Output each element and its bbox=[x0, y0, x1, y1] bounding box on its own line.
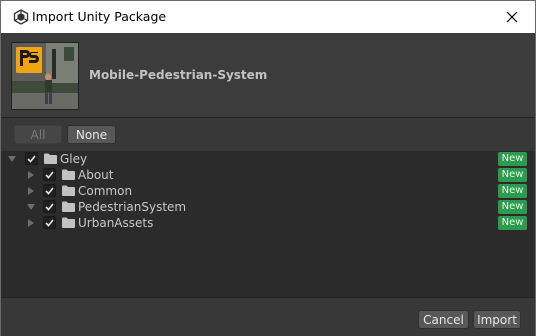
collapse-arrow-icon[interactable] bbox=[24, 167, 38, 183]
checkmark-icon bbox=[45, 202, 54, 211]
title-bar[interactable]: Import Unity Package bbox=[1, 1, 535, 33]
checkmark-icon bbox=[45, 218, 54, 227]
checkmark-icon bbox=[27, 154, 36, 163]
cancel-button[interactable]: Cancel bbox=[418, 310, 469, 329]
new-badge: New bbox=[498, 184, 527, 198]
import-button[interactable]: Import bbox=[473, 310, 521, 329]
tree-row-urbanassets[interactable]: UrbanAssets New bbox=[1, 215, 535, 231]
folder-icon bbox=[44, 153, 57, 164]
package-thumbnail bbox=[11, 42, 79, 110]
tree-row-about[interactable]: About New bbox=[1, 167, 535, 183]
checkbox-pedestriansystem[interactable] bbox=[43, 200, 56, 213]
checkmark-icon bbox=[45, 170, 54, 179]
checkbox-common[interactable] bbox=[43, 184, 56, 197]
checkbox-gley[interactable] bbox=[25, 152, 38, 165]
folder-icon bbox=[62, 217, 75, 228]
folder-icon bbox=[62, 169, 75, 180]
package-thumbnail-image bbox=[12, 43, 78, 109]
dialog-footer: Cancel Import bbox=[1, 297, 535, 336]
collapse-arrow-icon[interactable] bbox=[24, 183, 38, 199]
import-package-window: Import Unity Package Mobile-Pedestrian-S… bbox=[0, 0, 536, 336]
unity-logo-icon bbox=[13, 9, 29, 25]
expand-arrow-icon[interactable] bbox=[24, 199, 38, 215]
checkbox-urbanassets[interactable] bbox=[43, 216, 56, 229]
checkmark-icon bbox=[45, 186, 54, 195]
new-badge: New bbox=[498, 216, 527, 230]
tree-row-pedestriansystem[interactable]: PedestrianSystem New bbox=[1, 199, 535, 215]
tree-item-label: About bbox=[78, 168, 114, 182]
close-icon bbox=[506, 11, 518, 23]
package-name: Mobile-Pedestrian-System bbox=[89, 68, 268, 82]
new-badge: New bbox=[498, 152, 527, 166]
window-title: Import Unity Package bbox=[32, 9, 167, 24]
tree-row-gley[interactable]: Gley New bbox=[1, 151, 535, 167]
tree-row-common[interactable]: Common New bbox=[1, 183, 535, 199]
checkbox-about[interactable] bbox=[43, 168, 56, 181]
folder-icon bbox=[62, 201, 75, 212]
asset-tree: Gley New About New Common New Pedestrian… bbox=[1, 151, 535, 297]
tree-item-label: PedestrianSystem bbox=[78, 200, 187, 214]
expand-arrow-icon[interactable] bbox=[5, 151, 19, 167]
collapse-arrow-icon[interactable] bbox=[24, 215, 38, 231]
select-all-button[interactable]: All bbox=[14, 125, 62, 144]
close-button[interactable] bbox=[489, 1, 535, 33]
new-badge: New bbox=[498, 168, 527, 182]
select-none-button[interactable]: None bbox=[67, 125, 116, 144]
package-header: Mobile-Pedestrian-System bbox=[1, 33, 535, 118]
tree-item-label: Common bbox=[78, 184, 133, 198]
folder-icon bbox=[62, 185, 75, 196]
selection-toolbar: All None bbox=[1, 118, 535, 151]
new-badge: New bbox=[498, 200, 527, 214]
tree-item-label: UrbanAssets bbox=[78, 216, 154, 230]
tree-item-label: Gley bbox=[60, 152, 88, 166]
